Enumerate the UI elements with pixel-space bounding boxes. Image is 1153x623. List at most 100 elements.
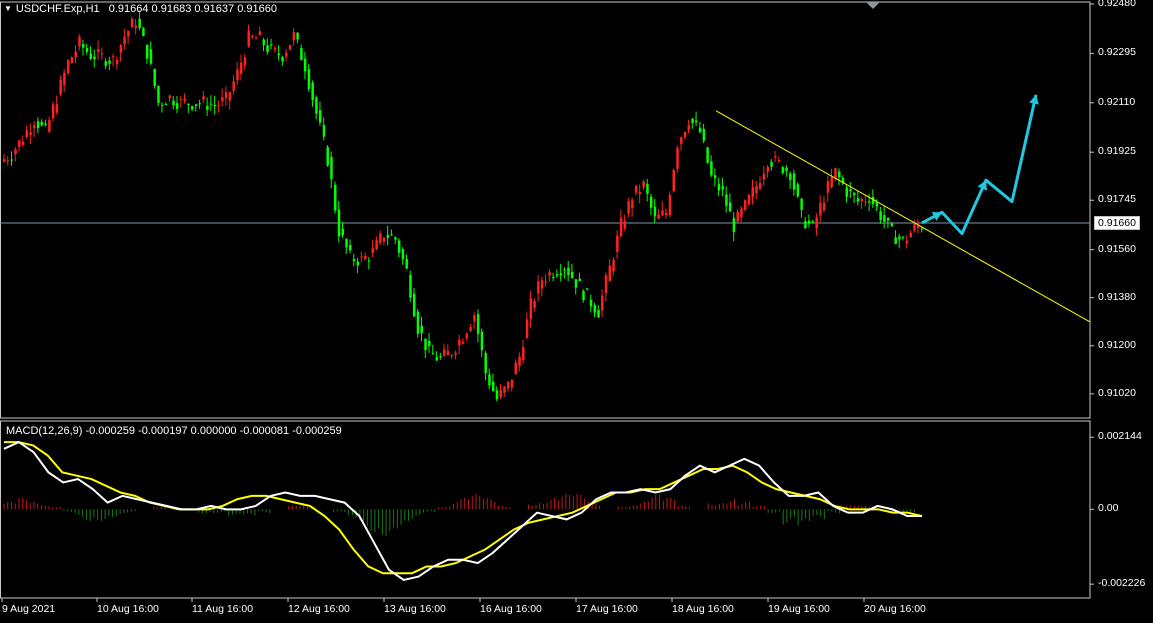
candle-body (537, 281, 540, 294)
candle-body (710, 161, 713, 176)
candle-body (687, 125, 691, 131)
candle-body (533, 301, 536, 308)
candle-body (868, 201, 871, 203)
candle-body (341, 228, 345, 236)
time-axis-label: 20 Aug 16:00 (864, 603, 926, 615)
candle-body (499, 390, 502, 397)
candle-body (315, 97, 318, 114)
price-axis-label: 0.92480 (1098, 0, 1136, 9)
candle-body (856, 197, 860, 202)
candle-body (901, 236, 905, 238)
candle-body (604, 275, 608, 294)
candle-body (649, 196, 653, 208)
candle-body (326, 147, 329, 166)
candle-body (525, 319, 529, 338)
candle-body (431, 353, 435, 355)
candle-body (224, 92, 228, 98)
candle-body (822, 202, 826, 211)
candle-body (424, 338, 427, 351)
candle-body (157, 85, 160, 103)
candle-body (164, 103, 168, 106)
candle-body (811, 221, 815, 223)
candle-body (555, 274, 559, 276)
candle-body (883, 215, 886, 222)
candle-body (480, 331, 484, 351)
candle-body (443, 349, 446, 356)
candle-body (81, 44, 85, 48)
candle-body (333, 184, 337, 211)
candle-body (755, 186, 758, 193)
candle-body (898, 236, 901, 240)
candle-body (518, 356, 521, 367)
candle-body (574, 279, 578, 288)
candle-body (405, 259, 408, 269)
candle-body (759, 183, 762, 189)
symbol-header: USDCHF.Exp,H1 0.91664 0.91683 0.91637 0.… (4, 3, 277, 15)
candle-body (450, 355, 454, 357)
candle-body (552, 276, 555, 278)
candle-body (728, 202, 732, 212)
scroll-marker-icon (866, 2, 880, 9)
candle-body (781, 167, 785, 173)
price-axis-label: 0.91380 (1098, 290, 1136, 303)
candle-body (774, 155, 777, 158)
symbol-label: USDCHF.Exp,H1 (4, 3, 100, 15)
candle-body (830, 177, 833, 187)
candle-body (104, 61, 108, 66)
candle-body (300, 48, 303, 61)
macd-line (3, 440, 922, 581)
candle-body (623, 221, 627, 229)
candle-body (202, 96, 205, 100)
candle-body (570, 271, 574, 278)
candle-body (732, 218, 736, 233)
candle-body (142, 28, 145, 37)
candle-body (97, 49, 100, 52)
candle-body (198, 103, 202, 105)
time-axis-label: 10 Aug 16:00 (97, 603, 159, 615)
candle-body (634, 185, 638, 193)
candle-body (853, 192, 856, 195)
time-axis-label: 12 Aug 16:00 (288, 603, 350, 615)
candle-body (379, 233, 382, 243)
candle-body (743, 200, 747, 210)
candle-body (522, 347, 525, 361)
candle-body (548, 272, 551, 276)
candle-body (25, 130, 29, 138)
candle-body (36, 121, 40, 129)
candle-body (243, 57, 247, 66)
candle-body (819, 202, 822, 216)
candle-body (751, 187, 755, 198)
candle-body (288, 44, 292, 50)
candle-body (612, 260, 615, 272)
chart-area[interactable] (0, 0, 1153, 620)
candle-body (796, 184, 800, 197)
price-axis-label: 0.91745 (1098, 193, 1136, 206)
candle-body (6, 160, 10, 162)
time-axis-label: 16 Aug 16:00 (480, 603, 542, 615)
candle-body (890, 223, 894, 227)
candle-body (683, 131, 687, 138)
candle-body (770, 161, 773, 167)
candle-body (435, 357, 439, 361)
candle-body (394, 237, 397, 240)
candle-body (33, 124, 36, 129)
candle-body (371, 248, 375, 253)
candle-body (172, 100, 175, 106)
candle-body (676, 148, 679, 169)
candle-body (488, 374, 491, 386)
candle-body (503, 386, 506, 393)
candle-body (454, 352, 457, 355)
candle-body (390, 234, 393, 236)
candle-body (680, 137, 683, 145)
candle-body (702, 128, 706, 141)
candle-body (815, 217, 818, 229)
candle-body (187, 103, 190, 106)
candle-body (725, 194, 728, 206)
candle-body (476, 314, 480, 334)
macd-pane-frame (0, 420, 1091, 599)
chart-svg[interactable] (0, 0, 1153, 620)
candle-body (270, 44, 273, 46)
candle-body (785, 167, 788, 172)
candle-body (345, 239, 348, 248)
candle-body (894, 237, 897, 245)
